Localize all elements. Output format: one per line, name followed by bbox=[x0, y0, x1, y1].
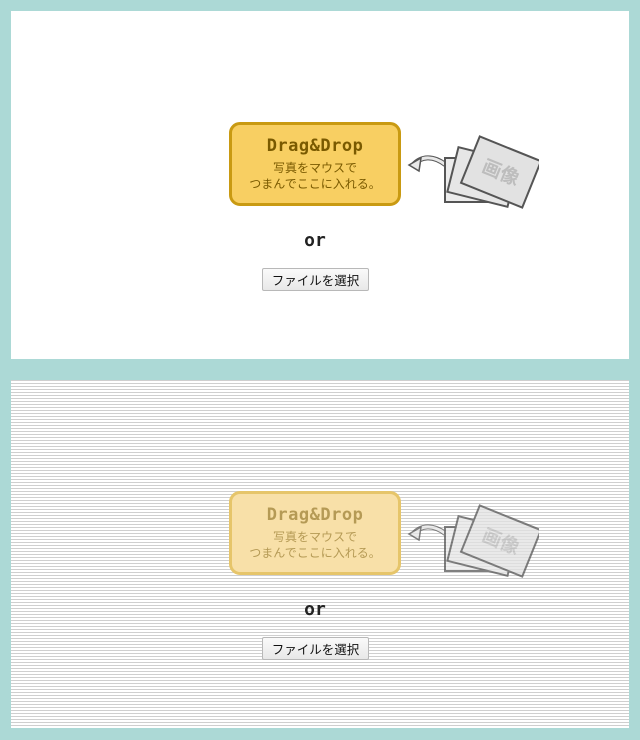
drop-zone-instruction-line1: 写真をマウスで bbox=[272, 530, 357, 544]
drop-zone-instructions: 写真をマウスで つまんでここに入れる。 bbox=[232, 160, 398, 192]
upload-panel-normal: Drag&Drop 写真をマウスで つまんでここに入れる。 画像 or ファイル… bbox=[11, 11, 629, 359]
drop-zone[interactable]: Drag&Drop 写真をマウスで つまんでここに入れる。 bbox=[229, 491, 401, 575]
image-stack-icon: 画像 bbox=[407, 504, 539, 578]
drop-zone-instruction-line1: 写真をマウスで bbox=[272, 161, 357, 175]
drop-zone-title: Drag&Drop bbox=[266, 136, 364, 156]
or-separator: or bbox=[304, 230, 326, 251]
choose-file-button[interactable]: ファイルを選択 bbox=[262, 268, 369, 291]
or-separator: or bbox=[304, 599, 326, 620]
choose-file-button[interactable]: ファイルを選択 bbox=[262, 637, 369, 660]
drop-zone[interactable]: Drag&Drop 写真をマウスで つまんでここに入れる。 bbox=[229, 122, 401, 206]
drop-zone-instruction-line2: つまんでここに入れる。 bbox=[249, 177, 381, 191]
drop-zone-title: Drag&Drop bbox=[266, 505, 364, 525]
upload-panel-dragover: Drag&Drop 写真をマウスで つまんでここに入れる。 画像 or ファイル… bbox=[11, 380, 629, 728]
image-stack-icon: 画像 bbox=[407, 135, 539, 209]
drop-zone-instruction-line2: つまんでここに入れる。 bbox=[249, 546, 381, 560]
drop-zone-instructions: 写真をマウスで つまんでここに入れる。 bbox=[232, 529, 398, 561]
